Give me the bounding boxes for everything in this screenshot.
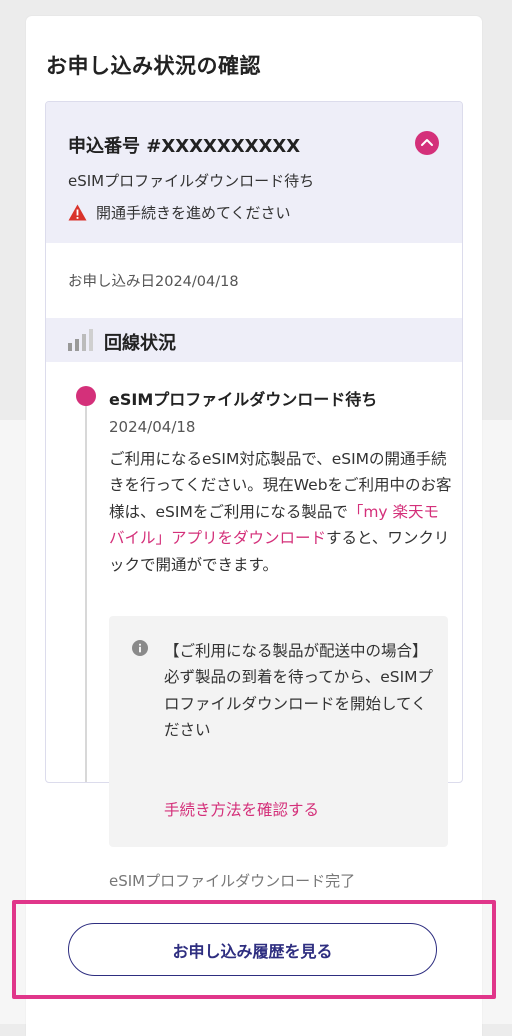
warning-text: 開通手続きを進めてください (96, 203, 291, 222)
notice-box: 【ご利用になる製品が配送中の場合】 必ず製品の到着を待ってから、eSIMプロファ… (109, 616, 448, 847)
order-header: 申込番号 #XXXXXXXXXX eSIMプロファイルダウンロード待ち 開通手続… (46, 102, 462, 243)
timeline-dot-active (76, 386, 96, 406)
line-status-title: 回線状況 (104, 333, 176, 354)
apply-date: お申し込み日2024/04/18 (68, 274, 239, 290)
signal-bars-icon (68, 329, 93, 351)
chevron-up-icon (421, 139, 433, 146)
info-icon (132, 640, 148, 656)
application-history-button[interactable]: お申し込み履歴を見る (68, 923, 437, 976)
order-number: 申込番号 #XXXXXXXXXX (68, 136, 301, 157)
step-description: ご利用になるeSIM対応製品で、eSIMの開通手続きを行ってください。現在Web… (109, 446, 454, 578)
step-title: eSIMプロファイルダウンロード待ち (109, 390, 378, 409)
warning-triangle-icon (68, 204, 87, 220)
notice-text: 【ご利用になる製品が配送中の場合】 必ず製品の到着を待ってから、eSIMプロファ… (164, 642, 434, 740)
timeline-line (85, 396, 87, 782)
warning-message: 開通手続きを進めてください (68, 201, 291, 223)
order-status: eSIMプロファイルダウンロード待ち (68, 172, 315, 190)
collapse-button[interactable] (415, 131, 439, 155)
page-title: お申し込み状況の確認 (46, 54, 261, 78)
procedure-link[interactable]: 手続き方法を確認する (164, 798, 319, 820)
step-date: 2024/04/18 (109, 418, 196, 436)
line-status-header: 回線状況 (46, 318, 462, 362)
next-step-title: eSIMプロファイルダウンロード完了 (109, 872, 356, 890)
